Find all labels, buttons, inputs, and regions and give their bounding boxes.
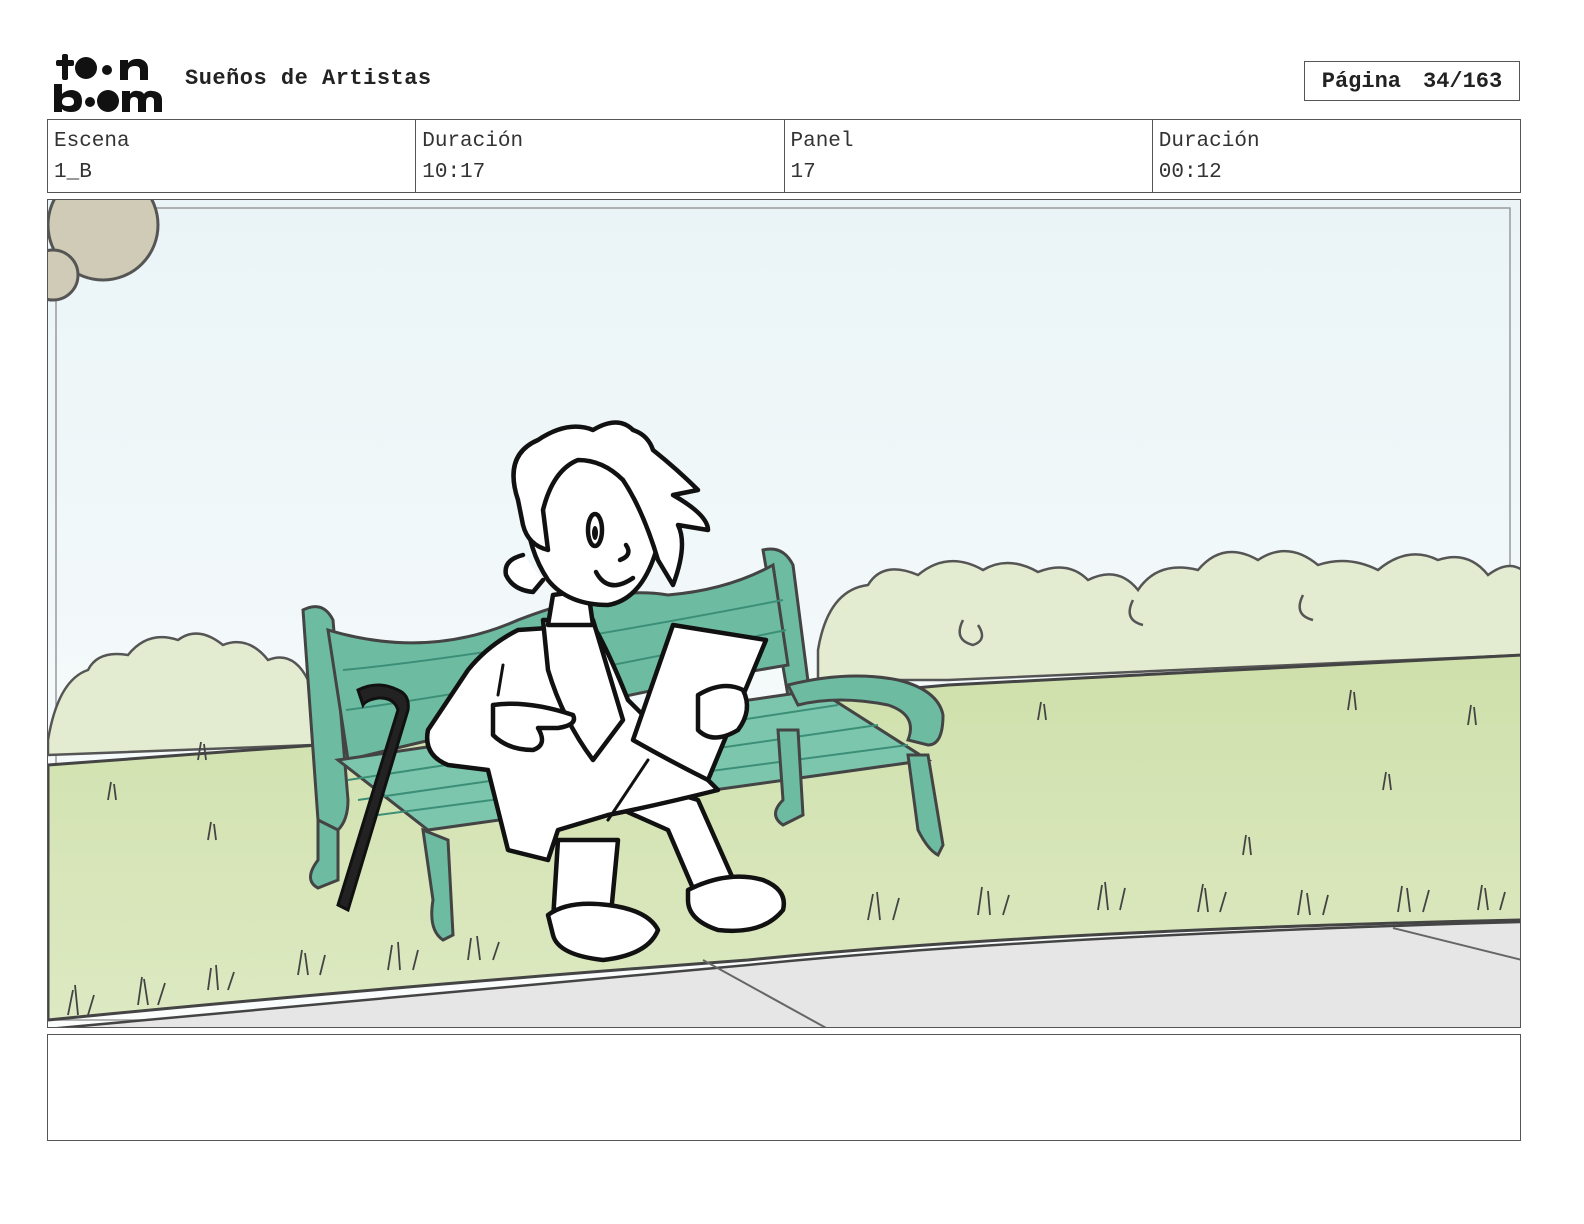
- toon-boom-logo: [54, 54, 162, 112]
- panel-label: Panel: [790, 130, 854, 153]
- page-label: Página: [1321, 68, 1401, 94]
- panel-info-row: Escena 1_B Duración 10:17 Panel 17 Durac…: [47, 119, 1521, 193]
- scene-value: 1_B: [54, 161, 92, 184]
- panel-illustration: [48, 200, 1520, 1027]
- scene-label: Escena: [54, 130, 130, 153]
- panel-value: 17: [790, 161, 816, 184]
- panel-duration-value: 00:12: [1158, 161, 1222, 184]
- page-number: 34/163: [1423, 68, 1503, 94]
- scene-duration-label: Duración: [422, 130, 524, 153]
- panel-duration-cell: Duración 00:12: [1153, 120, 1520, 192]
- panel-duration-label: Duración: [1158, 130, 1260, 153]
- scene-duration-value: 10:17: [422, 161, 486, 184]
- page-indicator: Página 34/163: [1304, 61, 1520, 101]
- scene-duration-cell: Duración 10:17: [416, 120, 785, 192]
- scene-cell: Escena 1_B: [48, 120, 417, 192]
- storyboard-panel: [47, 199, 1521, 1028]
- panel-cell: Panel 17: [785, 120, 1153, 192]
- project-title: Sueños de Artistas: [185, 66, 432, 91]
- panel-notes: [47, 1034, 1521, 1141]
